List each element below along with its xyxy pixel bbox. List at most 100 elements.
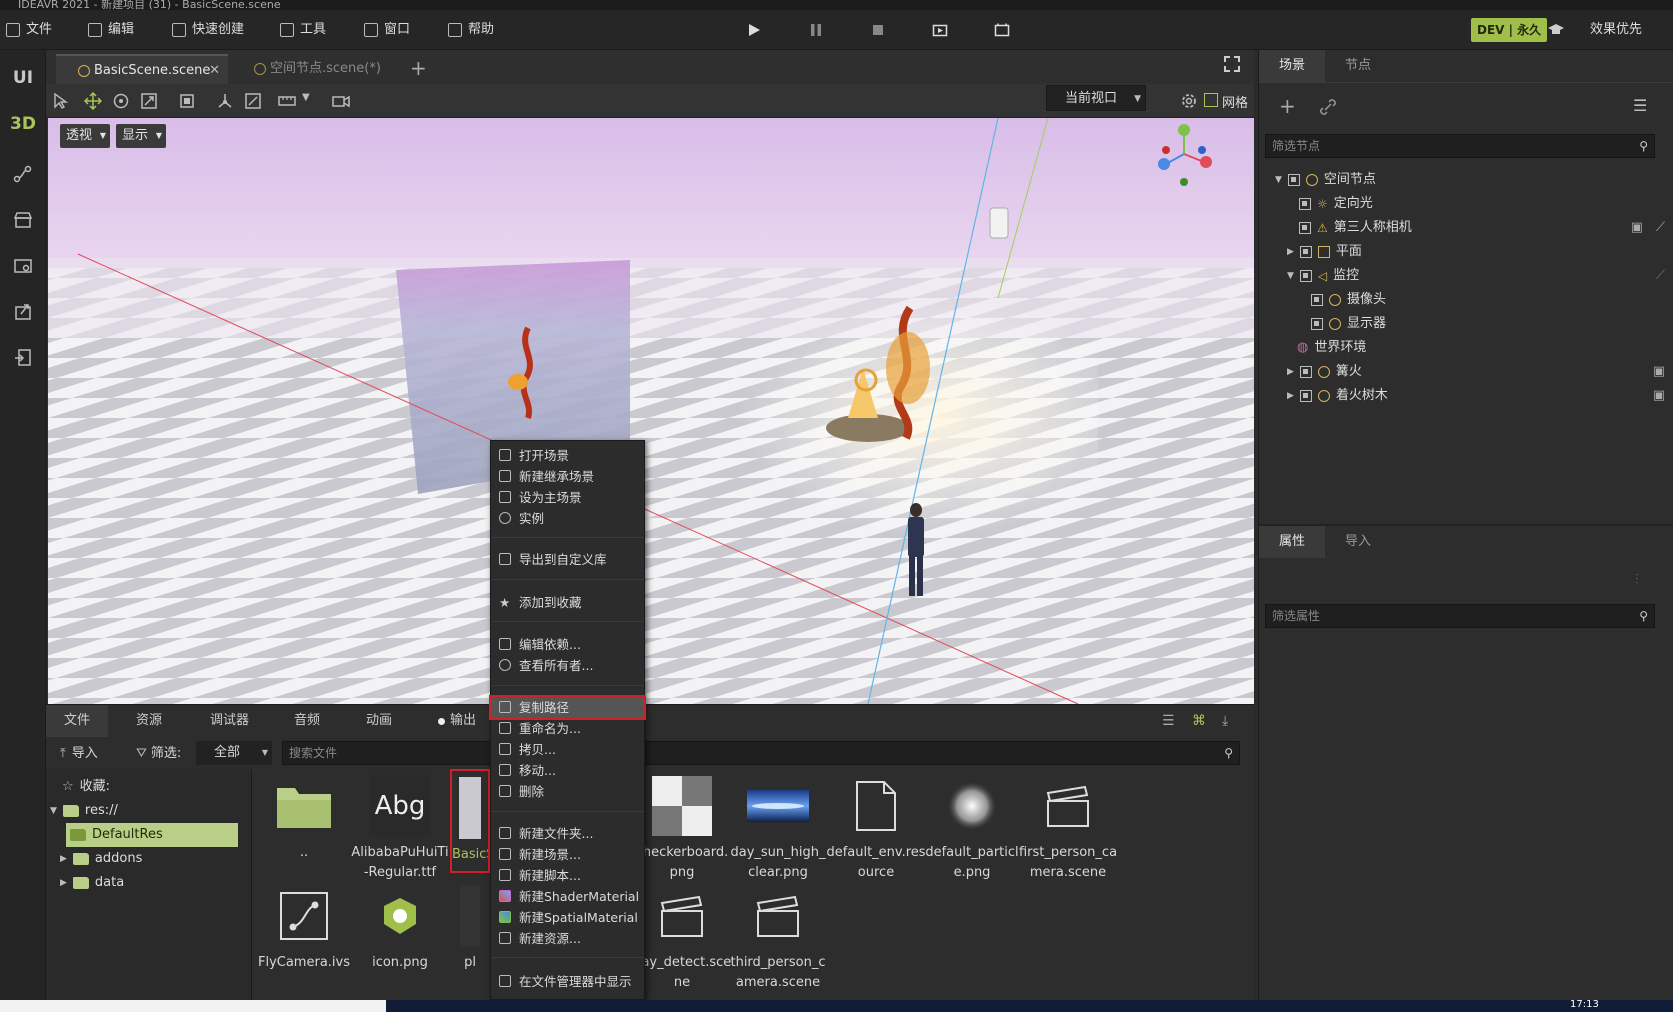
graduation-cap-icon[interactable] xyxy=(1548,23,1564,37)
visibility-checkbox[interactable] xyxy=(1287,174,1300,186)
render-mode-select[interactable]: 效果优先 xyxy=(1590,10,1642,50)
tab-nodes[interactable]: 节点 xyxy=(1325,50,1391,82)
file-item-font[interactable]: Abg AlibabaPuHuiTi-Regular.ttf xyxy=(350,769,450,880)
visibility-checkbox[interactable] xyxy=(1299,270,1312,282)
file-item-first-person-camera[interactable]: first_person_camera.scene xyxy=(1018,769,1118,880)
focus-tool-icon[interactable] xyxy=(178,92,196,110)
stop-icon[interactable] xyxy=(870,22,886,38)
ctx-new-shader-material[interactable]: 新建ShaderMaterial xyxy=(491,886,644,907)
res-root-row[interactable]: ▼ res:// xyxy=(50,799,118,823)
tree-item-defaultres[interactable]: DefaultRes xyxy=(66,823,238,847)
ctx-duplicate[interactable]: 拷贝... xyxy=(491,739,644,760)
tree-node-monitor[interactable]: ▼ ◁ 监控 ⟋ xyxy=(1287,264,1669,288)
file-item-checkerboard[interactable]: checkerboard.png xyxy=(632,769,732,880)
file-search-input[interactable]: 搜索文件 ⚲ xyxy=(282,741,1240,765)
taskbar-search-box[interactable] xyxy=(0,1000,386,1012)
file-item-default-env[interactable]: default_env.resource xyxy=(826,769,926,880)
movie-icon[interactable]: ▣ xyxy=(1631,216,1643,240)
tab-space-node-scene[interactable]: 空间节点.scene(*) xyxy=(232,54,402,84)
ctx-copy-path[interactable]: 复制路径 xyxy=(489,695,646,720)
expand-arrow-icon[interactable]: ▼ xyxy=(1275,168,1282,192)
ctx-rename[interactable]: 重命名为... xyxy=(491,718,644,739)
rotate-tool-icon[interactable] xyxy=(112,92,130,110)
snap-tool-icon[interactable] xyxy=(244,92,262,110)
perspective-button[interactable]: 透视 ▼ xyxy=(60,124,111,148)
select-tool-icon[interactable] xyxy=(52,92,70,110)
expand-arrow-icon[interactable]: ▼ xyxy=(50,799,57,823)
sidebar-publish[interactable] xyxy=(0,338,46,378)
visibility-checkbox[interactable] xyxy=(1311,294,1323,306)
tree-node-camera[interactable]: ⚠ 第三人称相机 ▣ ⟋ xyxy=(1299,216,1669,240)
tree-node-display[interactable]: 显示器 xyxy=(1311,312,1386,336)
grid-toggle-label[interactable]: 网格 xyxy=(1222,92,1248,111)
visibility-checkbox[interactable] xyxy=(1311,318,1323,330)
visibility-checkbox[interactable] xyxy=(1299,222,1311,234)
ctx-view-owners[interactable]: 查看所有者... xyxy=(491,655,644,676)
ctx-show-in-explorer[interactable]: 在文件管理器中显示 xyxy=(491,971,644,992)
node-filter-input[interactable]: 筛选节点 ⚲ xyxy=(1265,134,1655,158)
sidebar-ui[interactable]: UI xyxy=(0,58,46,98)
script-icon[interactable]: ⟋ xyxy=(1656,264,1665,288)
play-icon[interactable] xyxy=(746,22,762,38)
tree-node-world-env[interactable]: ◍ 世界环境 xyxy=(1297,336,1366,360)
add-node-icon[interactable]: + xyxy=(1279,94,1296,118)
ctx-new-inherited-scene[interactable]: 新建继承场景 xyxy=(491,466,644,487)
file-item-flycamera[interactable]: FlyCamera.ivs xyxy=(254,879,354,983)
menu-window[interactable]: 窗口 xyxy=(364,10,410,50)
menu-help[interactable]: 帮助 xyxy=(448,10,494,50)
display-button[interactable]: 显示 ▼ xyxy=(116,124,167,148)
menu-list-icon[interactable]: ☰ xyxy=(1633,96,1647,115)
fullscreen-icon[interactable] xyxy=(1224,56,1240,72)
chevron-down-icon[interactable]: ▼ xyxy=(302,92,310,103)
menu-file[interactable]: 文件 xyxy=(6,10,52,50)
grid-icon[interactable] xyxy=(1204,93,1218,107)
sidebar-export[interactable] xyxy=(0,292,46,332)
file-item-ray-detect[interactable]: Ray_detect.scene xyxy=(632,879,732,990)
tab-import[interactable]: 导入 xyxy=(1325,526,1391,558)
sidebar-3d[interactable]: 3D xyxy=(0,104,46,144)
visibility-checkbox[interactable] xyxy=(1299,198,1311,210)
tree-node-root[interactable]: ▼ 空间节点 xyxy=(1275,168,1376,192)
close-icon[interactable]: ✕ xyxy=(209,56,220,86)
expand-arrow-icon[interactable]: ▶ xyxy=(60,847,67,871)
ctx-instance[interactable]: 实例 xyxy=(491,508,644,529)
visibility-checkbox[interactable] xyxy=(1299,246,1312,258)
gear-icon[interactable] xyxy=(1180,92,1198,110)
ctx-add-favorite[interactable]: ★ 添加到收藏 xyxy=(491,592,644,613)
add-tab-icon[interactable]: + xyxy=(410,56,427,80)
menu-edit[interactable]: 编辑 xyxy=(88,10,134,50)
file-item-third-person-camera[interactable]: third_person_camera.scene xyxy=(728,879,828,990)
ctx-set-main-scene[interactable]: 设为主场景 xyxy=(491,487,644,508)
file-item-sky[interactable]: day_sun_high_clear.png xyxy=(728,769,828,880)
expand-arrow-icon[interactable]: ▶ xyxy=(1287,360,1294,384)
ctx-new-spatial-material[interactable]: 新建SpatialMaterial xyxy=(491,907,644,928)
play-scene-icon[interactable] xyxy=(932,22,948,38)
ctx-open-scene[interactable]: 打开场景 xyxy=(491,445,644,466)
pause-icon[interactable] xyxy=(808,22,824,38)
menu-tools[interactable]: 工具 xyxy=(280,10,326,50)
license-badge[interactable]: DEV | 永久 xyxy=(1471,18,1548,42)
pivot-tool-icon[interactable] xyxy=(216,92,234,110)
file-item-icon[interactable]: icon.png xyxy=(350,879,450,983)
expand-arrow-icon[interactable]: ▶ xyxy=(1287,384,1294,408)
tab-properties[interactable]: 属性 xyxy=(1259,526,1326,558)
play-custom-scene-icon[interactable] xyxy=(994,22,1010,38)
tab-output[interactable]: 输出 xyxy=(420,705,494,737)
ctx-export-library[interactable]: 导出到自定义库 xyxy=(491,549,644,570)
ctx-new-scene[interactable]: 新建场景... xyxy=(491,844,644,865)
tab-scene[interactable]: 场景 xyxy=(1259,50,1326,82)
favorites-row[interactable]: ☆ 收藏: xyxy=(62,775,110,799)
filter-select[interactable]: 全部 ▼ xyxy=(196,741,272,765)
expand-arrow-icon[interactable]: ▶ xyxy=(1287,240,1294,264)
tree-node-light[interactable]: ☼ 定向光 xyxy=(1299,192,1373,216)
tree-node-plane[interactable]: ▶ 平面 xyxy=(1287,240,1362,264)
sidebar-settings[interactable] xyxy=(0,246,46,286)
file-item-partial[interactable]: pl xyxy=(450,879,490,983)
tab-debugger[interactable]: 调试器 xyxy=(192,705,267,737)
expand-arrow-icon[interactable]: ▼ xyxy=(1287,264,1294,288)
file-item-parent[interactable]: .. xyxy=(254,769,354,873)
file-item-particle[interactable]: default_particle.png xyxy=(922,769,1022,880)
sliders-icon[interactable]: ⫶ xyxy=(1635,572,1639,588)
tree-node-bonfire[interactable]: ▶ 篝火 ▣ xyxy=(1287,360,1669,384)
tab-basic-scene[interactable]: BasicScene.scene ✕ xyxy=(56,54,228,84)
